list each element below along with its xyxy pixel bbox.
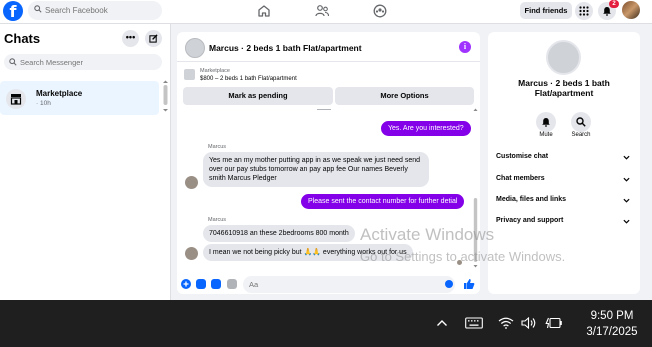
chat-name: Marketplace xyxy=(36,89,83,98)
message-input[interactable] xyxy=(243,276,455,293)
sender-avatar[interactable] xyxy=(185,176,198,189)
chevron-down-icon xyxy=(623,198,630,203)
mute-label: Mute xyxy=(539,132,553,138)
gif-icon[interactable] xyxy=(227,279,237,289)
customise-chat-row[interactable]: Customise chat xyxy=(496,153,632,165)
incoming-message[interactable]: 7046610918 an these 2bedrooms 800 month xyxy=(203,225,355,242)
activate-windows-subtitle: Go to Settings to activate Windows. xyxy=(360,249,566,264)
keyboard-icon[interactable] xyxy=(465,317,483,329)
home-icon[interactable] xyxy=(256,3,272,19)
search-icon xyxy=(9,58,17,66)
cut-off-timestamp xyxy=(317,108,331,110)
messenger-search-input[interactable] xyxy=(20,55,158,69)
section-label: Customise chat xyxy=(496,153,549,160)
chats-sidebar: Chats ••• Marketplace · 10h xyxy=(0,24,171,300)
message-sender: Marcus xyxy=(208,217,227,223)
sender-avatar[interactable] xyxy=(185,247,198,260)
info-icon[interactable]: i xyxy=(459,41,471,53)
volume-icon[interactable] xyxy=(521,317,537,329)
clock-time[interactable]: 9:50 PM xyxy=(580,310,644,322)
chevron-down-icon xyxy=(623,177,630,182)
incoming-message[interactable]: Yes me an my mother putting app in as we… xyxy=(203,152,429,187)
details-title: Marcus · 2 beds 1 bath Flat/apartment xyxy=(518,78,610,98)
battery-icon[interactable] xyxy=(545,317,563,329)
chevron-down-icon xyxy=(623,155,630,160)
profile-avatar[interactable] xyxy=(622,1,640,19)
marketplace-avatar xyxy=(6,89,26,109)
friends-icon[interactable] xyxy=(314,3,330,19)
conversation-header: Marcus · 2 beds 1 bath Flat/apartment i xyxy=(177,32,480,62)
chat-members-row[interactable]: Chat members xyxy=(496,175,632,187)
windows-taskbar: 9:50 PM 3/17/2025 xyxy=(0,300,652,347)
listing-thumbnail[interactable] xyxy=(184,69,195,80)
outgoing-message[interactable]: Please sent the contact number for furth… xyxy=(301,194,465,209)
section-label: Chat members xyxy=(496,175,545,182)
image-attach-icon[interactable] xyxy=(196,279,206,289)
chat-timestamp: · 10h xyxy=(36,100,51,107)
facebook-search-box[interactable] xyxy=(28,1,162,20)
compose-icon xyxy=(149,34,158,43)
facebook-search-input[interactable] xyxy=(45,3,157,18)
conversation-title[interactable]: Marcus · 2 beds 1 bath Flat/apartment xyxy=(209,43,362,53)
wifi-icon[interactable] xyxy=(498,317,514,329)
chevron-down-icon xyxy=(623,219,630,224)
activate-windows-title: Activate Windows xyxy=(360,225,495,244)
outgoing-message[interactable]: Yes. Are you interested? xyxy=(381,121,471,136)
search-in-chat-button[interactable] xyxy=(571,112,591,132)
privacy-support-row[interactable]: Privacy and support xyxy=(496,217,632,229)
groups-icon[interactable] xyxy=(372,3,388,19)
new-message-button[interactable] xyxy=(145,30,162,47)
chevron-up-icon[interactable] xyxy=(436,317,448,329)
section-label: Privacy and support xyxy=(496,217,564,224)
facebook-logo[interactable]: f xyxy=(3,1,23,21)
messenger-search-box[interactable] xyxy=(4,54,162,70)
add-icon[interactable] xyxy=(181,279,191,289)
search-icon xyxy=(34,5,42,13)
marketplace-label: Marketplace xyxy=(200,68,230,74)
listing-avatar-large[interactable] xyxy=(546,40,581,75)
sidebar-scrollbar[interactable] xyxy=(162,80,169,112)
media-files-links-row[interactable]: Media, files and links xyxy=(496,196,632,208)
menu-button[interactable] xyxy=(575,2,593,20)
more-options-button[interactable]: More Options xyxy=(335,87,474,105)
grid-menu-icon xyxy=(579,6,589,16)
bell-icon xyxy=(542,118,550,127)
find-friends-button[interactable]: Find friends xyxy=(520,2,572,19)
chat-options-button[interactable]: ••• xyxy=(122,30,139,47)
storefront-icon xyxy=(10,94,22,105)
search-label: Search xyxy=(571,132,591,138)
top-navigation-bar: f Find friends 2 xyxy=(0,0,652,24)
mute-button[interactable] xyxy=(536,112,556,132)
mark-as-pending-button[interactable]: Mark as pending xyxy=(183,87,333,105)
emoji-icon[interactable] xyxy=(445,280,453,288)
message-composer xyxy=(177,275,480,294)
chat-list-item-marketplace[interactable]: Marketplace · 10h xyxy=(0,81,159,115)
notification-count-badge: 2 xyxy=(609,0,619,8)
more-dots-icon: ••• xyxy=(125,32,136,42)
section-label: Media, files and links xyxy=(496,196,567,203)
chats-title: Chats xyxy=(4,31,41,46)
search-icon xyxy=(576,117,586,127)
thumbs-up-icon[interactable] xyxy=(463,278,475,290)
listing-summary[interactable]: $800 – 2 beds 1 bath Flat/apartment xyxy=(200,76,297,82)
sticker-icon[interactable] xyxy=(211,279,221,289)
clock-date[interactable]: 3/17/2025 xyxy=(580,326,644,338)
listing-avatar[interactable] xyxy=(185,38,205,58)
message-sender: Marcus xyxy=(208,144,227,150)
